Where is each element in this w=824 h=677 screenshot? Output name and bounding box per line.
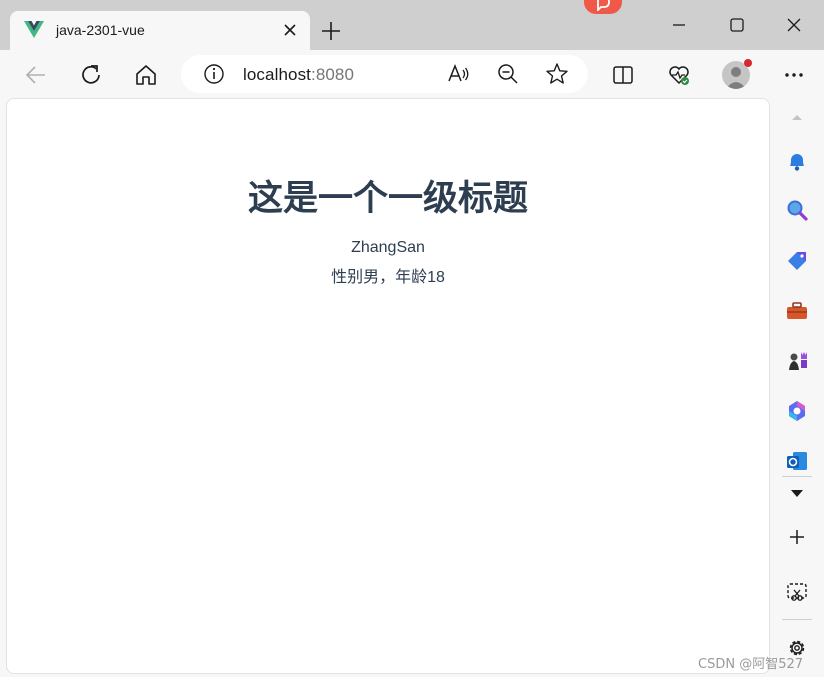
sidebar-divider — [782, 619, 812, 620]
url-host: localhost — [243, 65, 311, 84]
refresh-icon[interactable] — [78, 62, 104, 88]
browser-toolbar: localhost:8080 — [0, 50, 824, 98]
zoom-out-icon[interactable] — [495, 61, 521, 87]
shopping-icon[interactable] — [784, 248, 810, 274]
person-info: 性别男，年龄18 — [331, 269, 445, 286]
person-name: ZhangSan — [351, 239, 425, 256]
address-bar[interactable]: localhost:8080 — [181, 55, 588, 93]
bell-icon[interactable] — [784, 148, 810, 174]
expand-icon[interactable] — [784, 480, 810, 506]
scroll-up-icon[interactable] — [784, 104, 810, 130]
sidebar-divider — [782, 476, 812, 477]
close-tab-icon[interactable] — [280, 20, 300, 40]
maximize-icon[interactable] — [726, 14, 748, 36]
edge-sidebar — [770, 98, 824, 677]
outlook-icon[interactable] — [784, 448, 810, 474]
new-tab-icon[interactable] — [318, 18, 344, 44]
screenshot-icon[interactable] — [784, 579, 810, 605]
browser-essentials-icon[interactable] — [666, 62, 692, 88]
csdn-watermark: CSDN @阿智527 — [698, 657, 804, 672]
search-icon[interactable] — [784, 197, 810, 223]
games-icon[interactable] — [784, 348, 810, 374]
url-text[interactable]: localhost:8080 — [243, 65, 354, 85]
browser-tab[interactable]: java-2301-vue — [10, 11, 310, 50]
info-icon[interactable] — [201, 61, 227, 87]
split-screen-icon[interactable] — [610, 62, 636, 88]
home-icon[interactable] — [133, 62, 159, 88]
profile-notification-dot — [744, 59, 752, 67]
page-heading: 这是一个一级标题 — [247, 179, 528, 219]
more-icon[interactable] — [781, 62, 807, 88]
web-page: 这是一个一级标题 ZhangSan 性别男，年龄18 — [6, 98, 770, 674]
tab-title: java-2301-vue — [56, 22, 145, 38]
copilot-icon[interactable] — [784, 398, 810, 424]
edge-copilot-badge-icon[interactable] — [584, 0, 622, 14]
add-icon[interactable] — [784, 524, 810, 550]
vue-logo-icon — [24, 21, 44, 39]
tools-icon[interactable] — [784, 298, 810, 324]
content-area: 这是一个一级标题 ZhangSan 性别男，年龄18 — [0, 98, 824, 677]
back-icon[interactable] — [23, 62, 49, 88]
minimize-icon[interactable] — [668, 14, 690, 36]
read-aloud-icon[interactable] — [445, 61, 471, 87]
title-bar: java-2301-vue — [0, 0, 824, 50]
url-port: :8080 — [311, 65, 355, 84]
close-window-icon[interactable] — [783, 14, 805, 36]
favorite-icon[interactable] — [544, 61, 570, 87]
